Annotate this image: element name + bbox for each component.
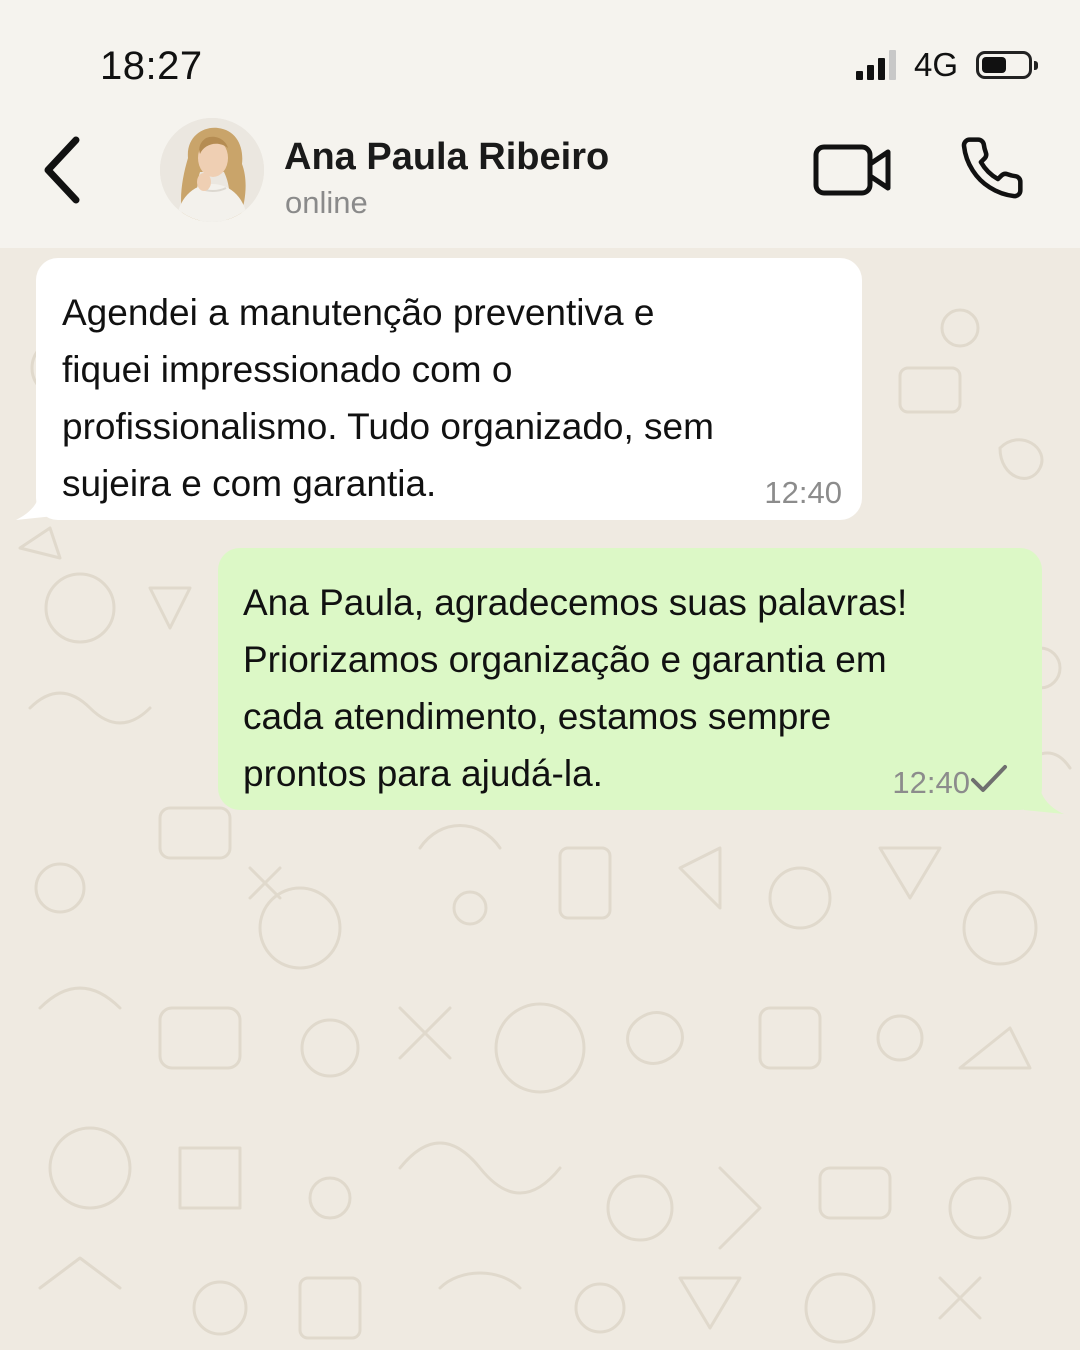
video-call-button[interactable] <box>812 140 894 200</box>
status-indicators: 4G <box>855 46 1038 84</box>
status-time: 18:27 <box>100 44 203 88</box>
message-incoming[interactable]: Agendei a manutenção preventiva e fiquei… <box>36 258 862 520</box>
message-text-line: Agendei a manutenção preventiva e <box>62 292 655 333</box>
avatar[interactable] <box>160 118 264 222</box>
video-camera-icon <box>813 144 891 196</box>
chevron-left-icon <box>44 136 80 204</box>
back-button[interactable] <box>36 132 96 212</box>
status-bar: 18:27 4G <box>0 0 1080 120</box>
message-text-line: cada atendimento, estamos sempre <box>243 696 832 737</box>
message-outgoing[interactable]: Ana Paula, agradecemos suas palavras! Pr… <box>218 548 1042 810</box>
chat-header: Ana Paula Ribeiro online <box>0 110 1080 248</box>
phone-icon <box>961 137 1023 199</box>
contact-name[interactable]: Ana Paula Ribeiro <box>284 136 609 179</box>
message-text-line: fiquei impressionado com o <box>62 349 513 390</box>
message-text-line: profissionalismo. Tudo organizado, sem <box>62 406 714 447</box>
message-text-line: Ana Paula, agradecemos suas palavras! <box>243 582 908 623</box>
chat-area[interactable]: Agendei a manutenção preventiva e fiquei… <box>0 248 1080 1350</box>
message-time: 12:40 <box>764 475 842 510</box>
single-check-icon <box>971 765 1007 792</box>
network-type: 4G <box>913 46 958 83</box>
bubble-tail-incoming <box>16 498 54 520</box>
battery-icon <box>976 51 1038 79</box>
voice-call-button[interactable] <box>958 134 1026 202</box>
avatar-photo <box>160 118 264 222</box>
message-text-line: Priorizamos organização e garantia em <box>243 639 887 680</box>
signal-bars-icon <box>855 50 896 80</box>
contact-status: online <box>285 185 368 220</box>
message-time: 12:40 <box>892 765 970 800</box>
message-text-line: sujeira e com garantia. <box>62 463 437 504</box>
bubble-tail-outgoing <box>1024 788 1064 814</box>
